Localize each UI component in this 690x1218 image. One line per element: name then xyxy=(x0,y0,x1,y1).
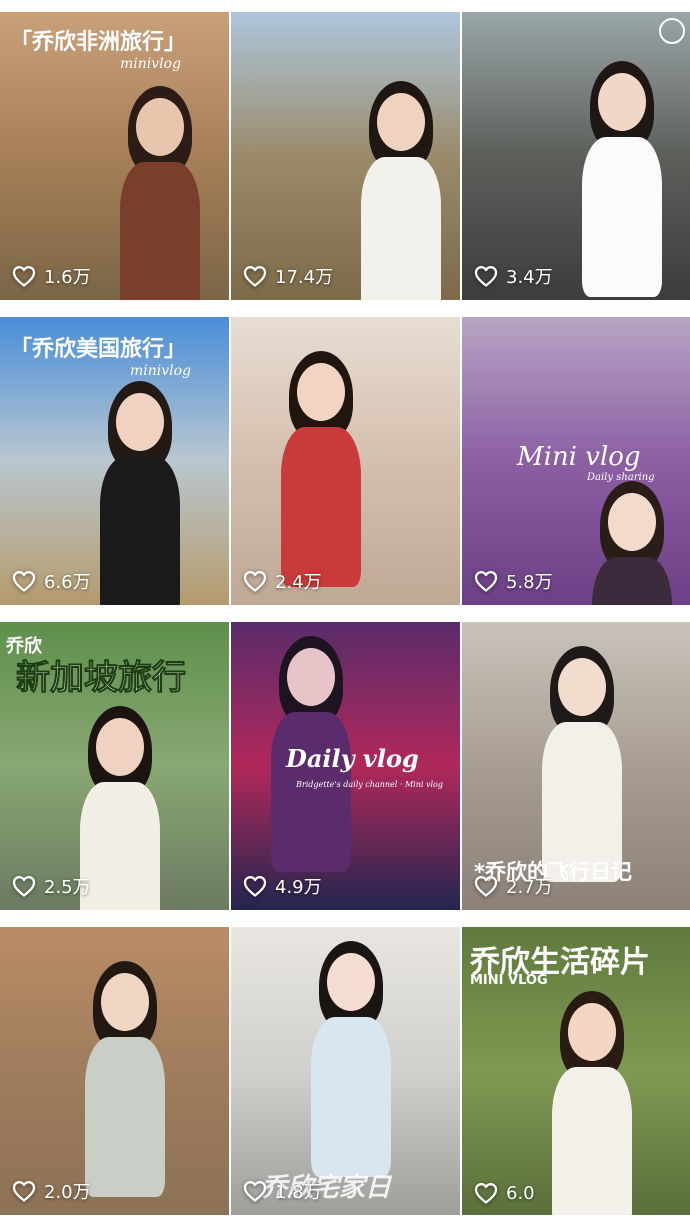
like-count-value: 1.8万 xyxy=(275,1182,322,1203)
video-tile[interactable]: *乔欣的飞行日记 2.7万 xyxy=(462,622,690,910)
live-icon[interactable] xyxy=(659,18,685,44)
like-count: 17.4万 xyxy=(243,263,333,289)
video-tile[interactable]: 3.4万 xyxy=(462,12,690,300)
like-count-value: 6.0 xyxy=(506,1182,535,1204)
like-count-value: 2.7万 xyxy=(506,877,553,898)
heart-icon[interactable] xyxy=(474,875,498,897)
person-figure xyxy=(532,646,642,882)
heart-icon[interactable] xyxy=(12,875,36,897)
tile-title: Daily vlog xyxy=(286,744,419,773)
video-tile[interactable]: 乔欣宅家日 1.8万 xyxy=(231,927,460,1215)
tile-subtitle: minivlog xyxy=(130,363,192,379)
person-figure xyxy=(582,481,690,605)
person-figure xyxy=(351,81,460,300)
person-figure xyxy=(572,61,682,297)
tile-subtitle: MINI VLOG xyxy=(470,973,548,988)
heart-icon[interactable] xyxy=(12,265,36,287)
video-tile[interactable]: 乔欣生活碎片 MINI VLOG 6.0 xyxy=(462,927,690,1215)
person-figure xyxy=(542,991,652,1215)
video-tile[interactable]: Mini vlog Daily sharing 5.8万 xyxy=(462,317,690,605)
tile-subtitle: 乔欣 xyxy=(6,636,42,657)
heart-icon[interactable] xyxy=(474,1182,498,1204)
like-count: 6.6万 xyxy=(12,568,91,594)
tile-title: 「乔欣美国旅行」 xyxy=(10,337,187,362)
like-count: 1.6万 xyxy=(12,263,91,289)
like-count-value: 5.8万 xyxy=(506,572,553,593)
video-tile[interactable]: 2.4万 xyxy=(231,317,460,605)
heart-icon[interactable] xyxy=(243,570,267,592)
person-figure xyxy=(90,381,200,605)
heart-icon[interactable] xyxy=(12,1180,36,1202)
like-count: 2.5万 xyxy=(12,873,91,899)
like-count: 6.0 xyxy=(474,1182,535,1204)
like-count: 3.4万 xyxy=(474,263,553,289)
like-count: 2.7万 xyxy=(474,873,553,899)
heart-icon[interactable] xyxy=(243,1180,267,1202)
heart-icon[interactable] xyxy=(243,875,267,897)
video-tile[interactable]: 「乔欣美国旅行」 minivlog 6.6万 xyxy=(0,317,229,605)
person-figure xyxy=(75,961,185,1197)
tile-title: Mini vlog xyxy=(517,442,641,472)
like-count-value: 17.4万 xyxy=(275,267,334,288)
like-count: 4.9万 xyxy=(243,873,322,899)
like-count: 1.8万 xyxy=(243,1178,322,1204)
heart-icon[interactable] xyxy=(474,265,498,287)
video-tile[interactable]: 「乔欣非洲旅行」 minivlog 1.6万 xyxy=(0,12,229,300)
video-tile[interactable]: 17.4万 xyxy=(231,12,460,300)
like-count: 2.4万 xyxy=(243,568,322,594)
like-count-value: 2.4万 xyxy=(275,572,322,593)
video-tile[interactable]: 新加坡旅行 乔欣 2.5万 xyxy=(0,622,229,910)
tile-subtitle: minivlog xyxy=(120,56,182,72)
video-grid: 「乔欣非洲旅行」 minivlog 1.6万 17.4万 3.4万 「乔欣美国旅行」 min… xyxy=(0,12,690,1215)
heart-icon[interactable] xyxy=(12,570,36,592)
person-figure xyxy=(110,86,220,300)
person-figure xyxy=(301,941,411,1177)
like-count: 5.8万 xyxy=(474,568,553,594)
like-count-value: 2.0万 xyxy=(44,1182,91,1203)
like-count-value: 4.9万 xyxy=(275,877,322,898)
tile-title: 「乔欣非洲旅行」 xyxy=(10,30,187,55)
like-count-value: 2.5万 xyxy=(44,877,91,898)
like-count-value: 6.6万 xyxy=(44,572,91,593)
tile-subtitle: Daily sharing xyxy=(587,472,655,483)
like-count: 2.0万 xyxy=(12,1178,91,1204)
person-figure xyxy=(271,351,381,587)
like-count-value: 1.6万 xyxy=(44,267,91,288)
heart-icon[interactable] xyxy=(243,265,267,287)
tile-subtitle: Bridgette's daily channel · Mini vlog xyxy=(296,780,443,789)
heart-icon[interactable] xyxy=(474,570,498,592)
video-tile[interactable]: Daily vlog Bridgette's daily channel · Mi… xyxy=(231,622,460,910)
like-count-value: 3.4万 xyxy=(506,267,553,288)
video-tile[interactable]: 2.0万 xyxy=(0,927,229,1215)
